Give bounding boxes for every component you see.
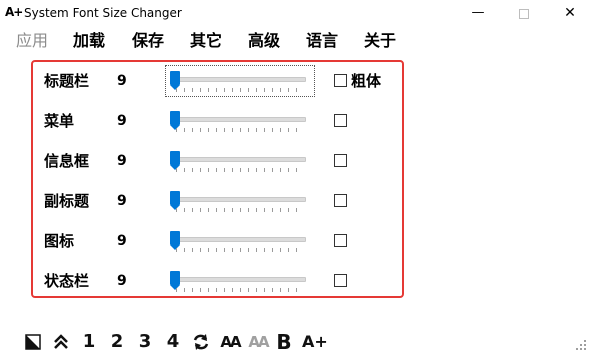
slider-ticks bbox=[176, 288, 304, 292]
row-value: 9 bbox=[117, 273, 127, 289]
maximize-icon bbox=[519, 8, 529, 19]
slider-ticks bbox=[176, 88, 304, 92]
bold-button[interactable]: B bbox=[275, 331, 293, 353]
row-value: 9 bbox=[117, 73, 127, 89]
slider-thumb[interactable] bbox=[170, 111, 180, 130]
title-bar: A+ System Font Size Changer — ✕ bbox=[0, 0, 593, 26]
bold-checkbox[interactable] bbox=[334, 114, 347, 127]
slider-track bbox=[174, 77, 306, 82]
size-slider[interactable] bbox=[166, 106, 314, 136]
size-slider[interactable] bbox=[166, 226, 314, 256]
refresh-icon[interactable] bbox=[191, 331, 211, 353]
slider-thumb[interactable] bbox=[170, 191, 180, 210]
menu-apply[interactable]: 应用 bbox=[16, 30, 48, 52]
preset-3-button[interactable]: 3 bbox=[137, 331, 153, 353]
row-status-bar: 状态栏 9 bbox=[33, 262, 402, 302]
row-label: 图标 bbox=[44, 232, 75, 250]
row-label: 副标题 bbox=[44, 192, 90, 210]
row-label: 状态栏 bbox=[44, 272, 90, 290]
menu-advanced[interactable]: 高级 bbox=[248, 30, 280, 52]
row-label: 信息框 bbox=[44, 152, 90, 170]
resize-grip-icon[interactable] bbox=[574, 338, 588, 352]
row-label: 标题栏 bbox=[44, 72, 90, 90]
increase-font-button[interactable]: A+ bbox=[302, 331, 328, 353]
slider-ticks bbox=[176, 128, 304, 132]
slider-thumb[interactable] bbox=[170, 151, 180, 170]
size-slider[interactable] bbox=[165, 65, 315, 97]
row-palette-title: 副标题 9 bbox=[33, 182, 402, 222]
row-value: 9 bbox=[117, 153, 127, 169]
row-value: 9 bbox=[117, 113, 127, 129]
bold-checkbox[interactable] bbox=[334, 274, 347, 287]
menu-about[interactable]: 关于 bbox=[364, 30, 396, 52]
menu-save[interactable]: 保存 bbox=[132, 30, 164, 52]
preset-4-button[interactable]: 4 bbox=[165, 331, 181, 353]
window-title: System Font Size Changer bbox=[24, 6, 182, 20]
slider-track bbox=[174, 157, 306, 162]
size-slider[interactable] bbox=[166, 186, 314, 216]
font-settings-panel: 标题栏 9 粗体 菜单 9 信息框 9 副标题 9 图标 9 状态栏 9 bbox=[31, 60, 404, 298]
slider-track bbox=[174, 197, 306, 202]
slider-ticks bbox=[176, 248, 304, 252]
font-style-gray-button[interactable]: AA bbox=[247, 331, 269, 353]
bold-checkbox[interactable] bbox=[334, 194, 347, 207]
menu-language[interactable]: 语言 bbox=[306, 30, 338, 52]
row-title-bar: 标题栏 9 粗体 bbox=[33, 62, 402, 102]
row-value: 9 bbox=[117, 233, 127, 249]
row-label: 菜单 bbox=[44, 112, 75, 130]
slider-thumb[interactable] bbox=[170, 231, 180, 250]
menu-other[interactable]: 其它 bbox=[190, 30, 222, 52]
maximize-button[interactable] bbox=[501, 0, 547, 26]
row-icon: 图标 9 bbox=[33, 222, 402, 262]
row-message-box: 信息框 9 bbox=[33, 142, 402, 182]
minimize-button[interactable]: — bbox=[455, 0, 501, 26]
double-chevron-up-icon[interactable] bbox=[51, 331, 71, 353]
preset-1-button[interactable]: 1 bbox=[81, 331, 97, 353]
slider-track bbox=[174, 277, 306, 282]
slider-track bbox=[174, 117, 306, 122]
slider-thumb[interactable] bbox=[170, 71, 180, 90]
slider-track bbox=[174, 237, 306, 242]
bold-checkbox[interactable] bbox=[334, 234, 347, 247]
bold-checkbox[interactable] bbox=[334, 154, 347, 167]
menu-load[interactable]: 加载 bbox=[73, 30, 105, 52]
close-button[interactable]: ✕ bbox=[547, 0, 593, 26]
slider-ticks bbox=[176, 168, 304, 172]
bold-checkbox[interactable] bbox=[334, 74, 347, 87]
preset-2-button[interactable]: 2 bbox=[109, 331, 125, 353]
slider-thumb[interactable] bbox=[170, 271, 180, 290]
size-slider[interactable] bbox=[166, 266, 314, 296]
slider-ticks bbox=[176, 208, 304, 212]
contrast-icon[interactable] bbox=[24, 331, 42, 353]
font-style-button[interactable]: AA bbox=[219, 331, 241, 353]
app-icon: A+ bbox=[5, 5, 23, 19]
row-menu: 菜单 9 bbox=[33, 102, 402, 142]
size-slider[interactable] bbox=[166, 146, 314, 176]
row-value: 9 bbox=[117, 193, 127, 209]
bold-label: 粗体 bbox=[351, 72, 382, 90]
